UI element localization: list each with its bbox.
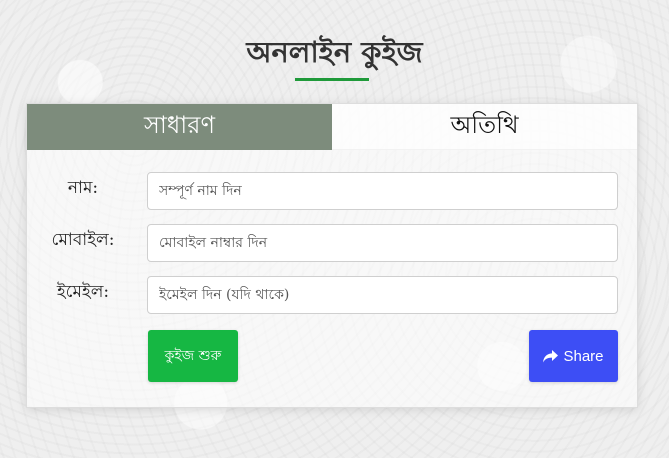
name-row: নাম: xyxy=(27,172,637,212)
tab-general[interactable]: সাধারণ xyxy=(27,104,332,150)
tab-bar: সাধারণ অতিথি xyxy=(27,104,637,150)
email-row: ইমেইল: xyxy=(27,276,637,316)
mobile-label: মোবাইল: xyxy=(51,230,115,250)
title-underline xyxy=(295,78,369,81)
share-label: Share xyxy=(563,347,604,365)
share-button[interactable]: Share xyxy=(529,330,618,382)
name-label: নাম: xyxy=(67,178,99,198)
email-input[interactable] xyxy=(147,276,618,314)
share-icon xyxy=(543,349,559,363)
name-input[interactable] xyxy=(147,172,618,210)
mobile-row: মোবাইল: xyxy=(27,224,637,264)
quiz-card: সাধারণ অতিথি নাম: মোবাইল: ইমেইল: কুইজ শু… xyxy=(26,103,638,408)
mobile-input[interactable] xyxy=(147,224,618,262)
start-quiz-button[interactable]: কুইজ শুরু xyxy=(148,330,238,382)
email-label: ইমেইল: xyxy=(56,282,110,302)
page-title: অনলাইন কুইজ xyxy=(246,35,423,69)
tab-guest[interactable]: অতিথি xyxy=(332,104,637,150)
